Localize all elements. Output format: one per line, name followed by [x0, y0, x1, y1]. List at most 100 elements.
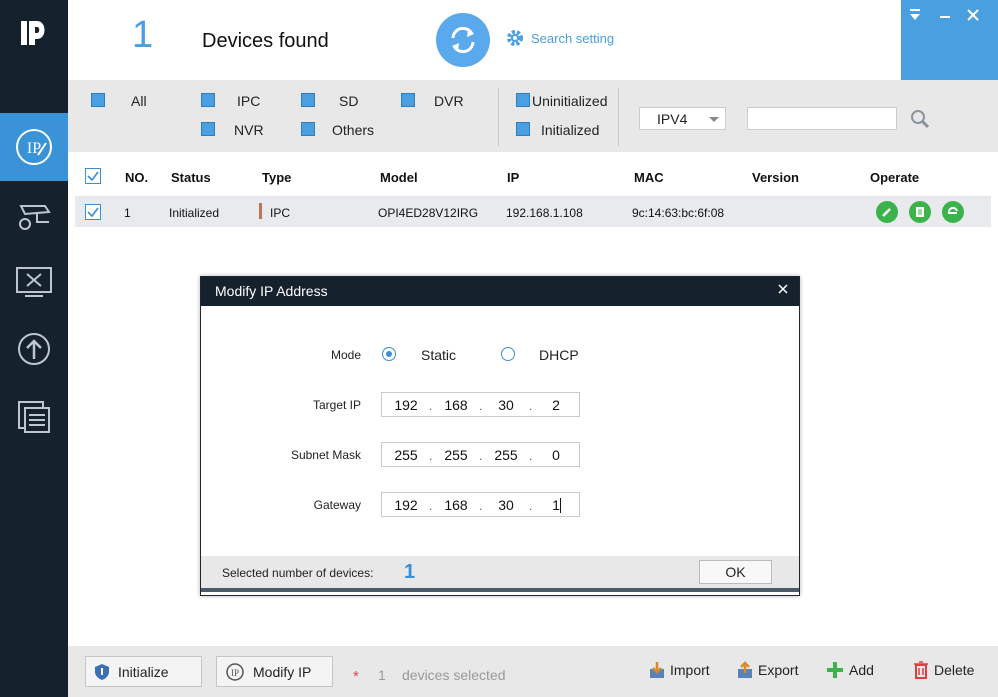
nav-tools[interactable] — [0, 249, 68, 317]
table-row[interactable]: 1 Initialized IPC OPI4ED28V12IRG 192.168… — [75, 197, 991, 227]
ip-octet[interactable]: 255 — [486, 447, 526, 463]
minimize-button[interactable] — [935, 8, 955, 28]
filter-nvr-label: NVR — [234, 122, 264, 138]
ip-octet[interactable]: 192 — [386, 397, 426, 413]
row-model: OPI4ED28V12IRG — [378, 206, 479, 220]
delete-button[interactable]: Delete — [913, 661, 974, 679]
search-icon — [911, 110, 930, 129]
mode-label: Mode — [330, 348, 361, 362]
filter-dvr-checkbox[interactable] — [401, 93, 415, 107]
initialize-button[interactable]: Initialize — [85, 656, 202, 687]
ok-button[interactable]: OK — [699, 560, 772, 584]
ip-octet[interactable]: 2 — [536, 397, 576, 413]
ip-octet[interactable]: 30 — [486, 497, 526, 513]
search-setting-link[interactable]: Search setting — [505, 28, 614, 48]
edit-button[interactable] — [876, 201, 898, 223]
export-label: Export — [758, 662, 799, 678]
nav-ip-tool[interactable]: IP — [0, 113, 68, 181]
modify-ip-label: Modify IP — [253, 663, 312, 680]
filter-uninitialized-label: Uninitialized — [532, 93, 608, 109]
import-button[interactable]: Import — [649, 661, 710, 679]
filter-others-checkbox[interactable] — [301, 122, 315, 136]
close-icon — [967, 9, 979, 21]
initialize-label: Initialize — [118, 663, 169, 680]
column-header: IP — [507, 170, 520, 185]
dropdown-menu-button[interactable] — [905, 8, 925, 28]
subnet-mask-field[interactable]: 255 . 255 . 255 . 0 — [381, 442, 580, 467]
refresh-icon — [451, 26, 475, 54]
nav-upgrade[interactable] — [0, 315, 68, 383]
column-header: Status — [171, 170, 211, 185]
search-setting-label: Search setting — [531, 30, 615, 46]
gear-icon — [507, 30, 523, 46]
target-ip-label: Target IP — [312, 398, 361, 412]
ip-octet[interactable]: 168 — [436, 497, 476, 513]
ip-octet[interactable]: 1 — [536, 497, 576, 513]
export-button[interactable]: Export — [737, 661, 798, 679]
dialog-title: Modify IP Address — [201, 277, 799, 306]
ip-tool-icon: IP — [226, 662, 244, 681]
import-label: Import — [670, 662, 710, 678]
target-ip-field[interactable]: 192 . 168 . 30 . 2 — [381, 392, 580, 417]
dialog-close-button[interactable] — [775, 281, 791, 301]
row-checkbox[interactable] — [85, 204, 101, 220]
sidebar: IP — [0, 0, 68, 697]
octet-separator: . — [429, 499, 433, 513]
ip-octet[interactable]: 30 — [486, 397, 526, 413]
filter-nvr-checkbox[interactable] — [201, 122, 215, 136]
gateway-label: Gateway — [313, 498, 361, 512]
logo-icon — [0, 0, 68, 65]
devices-selected-label: devices selected — [402, 667, 506, 683]
check-icon — [87, 207, 99, 218]
octet-separator: . — [429, 399, 433, 413]
filter-initialized-checkbox[interactable] — [516, 122, 530, 136]
dhcp-radio[interactable] — [501, 347, 515, 361]
select-all-checkbox[interactable] — [85, 168, 101, 184]
browser-button[interactable] — [942, 201, 964, 223]
static-label: Static — [421, 347, 457, 363]
column-header: Version — [752, 170, 799, 185]
selected-devices-label: Selected number of devices: — [222, 566, 374, 580]
close-window-button[interactable] — [963, 8, 983, 28]
filter-others-label: Others — [332, 122, 375, 138]
row-ip: 192.168.1.108 — [506, 206, 583, 220]
filter-ipc-checkbox[interactable] — [201, 93, 215, 107]
add-button[interactable]: Add — [826, 661, 874, 679]
search-input[interactable] — [747, 107, 897, 130]
gateway-field[interactable]: 192 . 168 . 30 . 1 — [381, 492, 580, 517]
octet-separator: . — [429, 449, 433, 463]
static-radio[interactable] — [382, 347, 396, 361]
ip-octet[interactable]: 168 — [436, 397, 476, 413]
filter-uninitialized-checkbox[interactable] — [516, 93, 530, 107]
devices-found-label: Devices found — [202, 30, 329, 52]
column-header: MAC — [634, 170, 664, 185]
ip-version-select[interactable]: IPV4 — [639, 107, 726, 130]
nav-camera-config[interactable] — [0, 181, 68, 249]
refresh-button[interactable] — [436, 13, 490, 67]
filter-sd-checkbox[interactable] — [301, 93, 315, 107]
shield-icon — [95, 663, 109, 680]
search-button[interactable] — [909, 108, 931, 130]
selected-devices-count: 1 — [404, 561, 416, 583]
filter-dvr-label: DVR — [434, 93, 464, 109]
window-controls — [901, 0, 998, 80]
web-config-button[interactable] — [909, 201, 931, 223]
device-count: 1 — [132, 14, 154, 56]
column-header: Model — [380, 170, 418, 185]
filter-all-checkbox[interactable] — [91, 93, 105, 107]
table-header: NO. Status Type Model IP MAC Version Ope… — [75, 157, 991, 197]
tools-icon — [16, 267, 52, 297]
ip-version-value: IPV4 — [657, 111, 688, 127]
ip-octet[interactable]: 255 — [386, 447, 426, 463]
type-marker — [259, 203, 262, 219]
modify-ip-button[interactable]: IP Modify IP — [216, 656, 333, 687]
column-header: NO. — [125, 170, 149, 185]
ip-tool-icon: IP — [16, 129, 52, 165]
ip-octet[interactable]: 192 — [386, 497, 426, 513]
export-icon — [738, 661, 752, 678]
nav-documents[interactable] — [0, 383, 68, 451]
filter-ipc-label: IPC — [237, 93, 261, 109]
close-icon — [778, 284, 788, 294]
ip-octet[interactable]: 255 — [436, 447, 476, 463]
ip-octet[interactable]: 0 — [536, 447, 576, 463]
